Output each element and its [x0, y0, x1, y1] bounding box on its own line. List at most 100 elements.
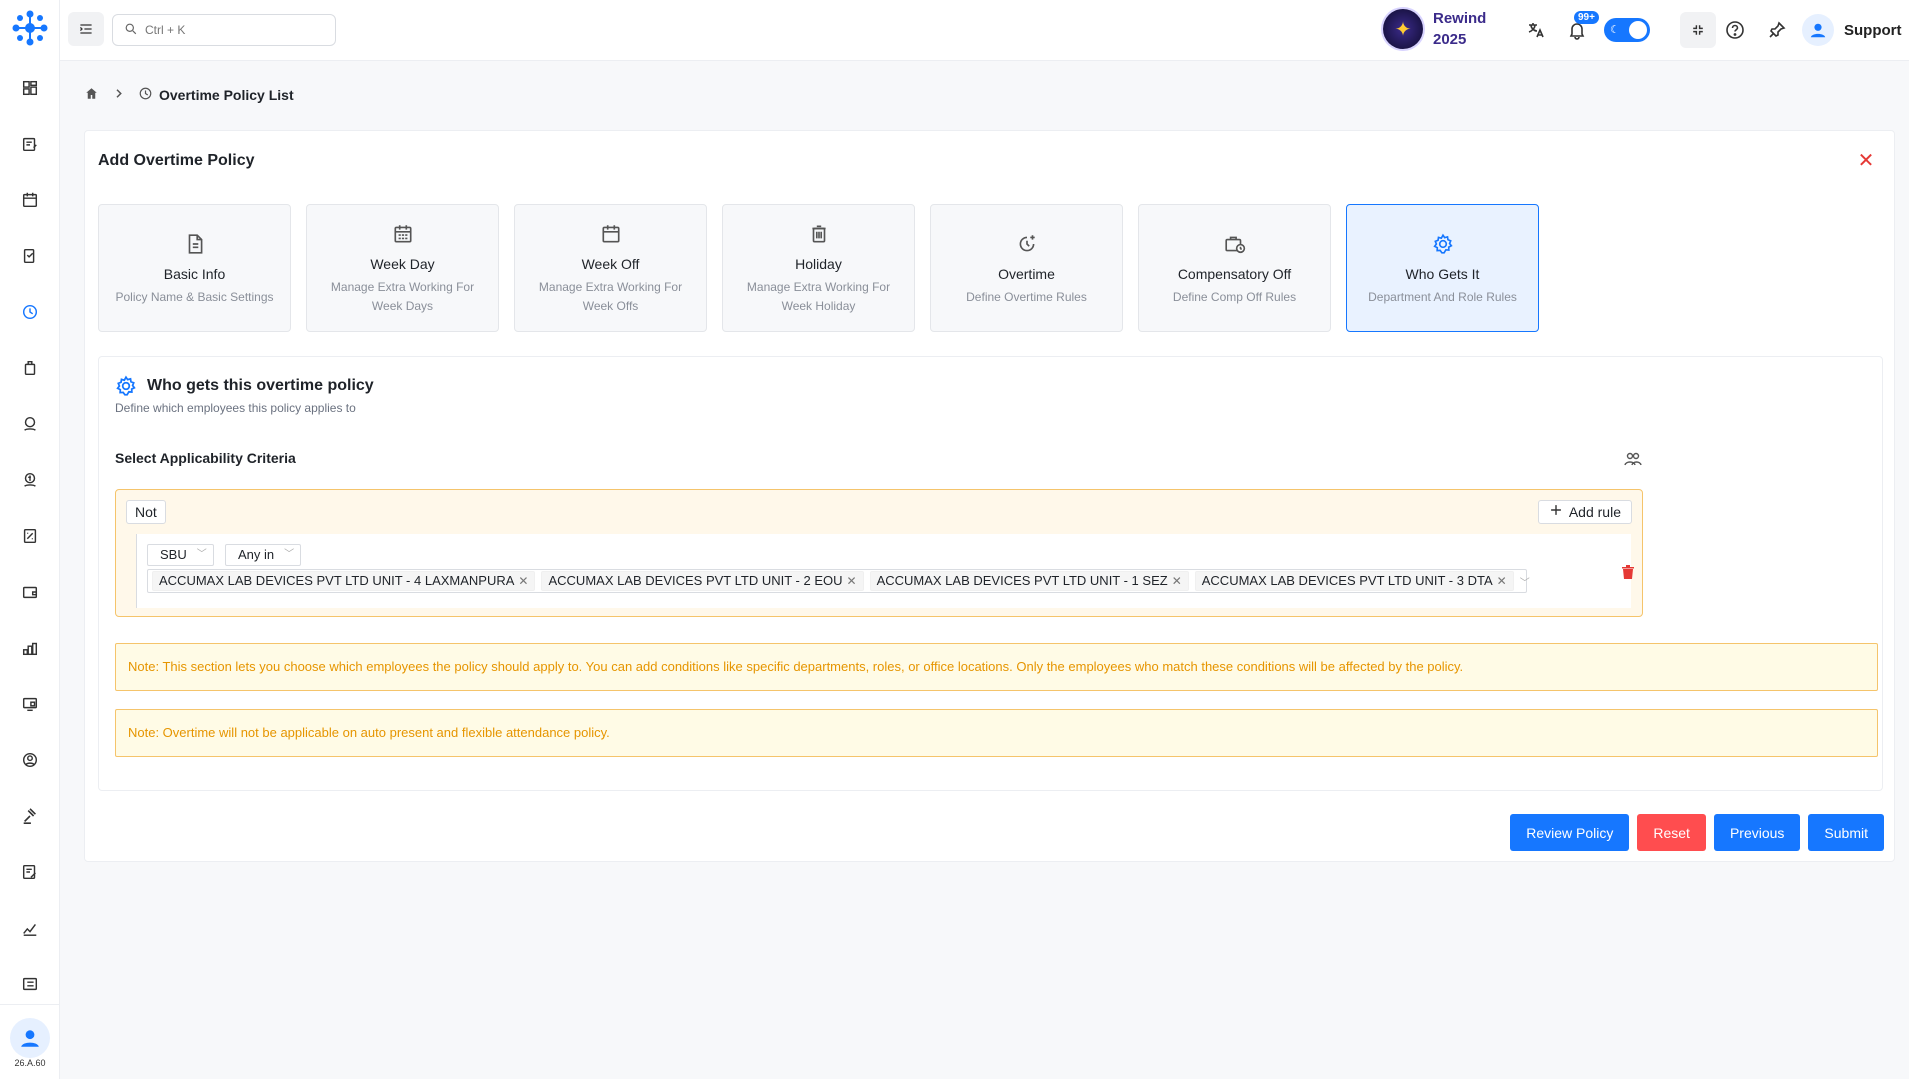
help-icon[interactable] [1722, 17, 1748, 43]
form-actions: Review Policy Reset Previous Submit [1510, 814, 1884, 851]
trash-calendar-icon [811, 225, 826, 243]
tag-label: ACCUMAX LAB DEVICES PVT LTD UNIT - 1 SEZ [876, 573, 1168, 588]
tasks-icon[interactable] [18, 132, 42, 156]
step-compensatory-off[interactable]: Compensatory Off Define Comp Off Rules [1138, 204, 1331, 332]
tag-label: ACCUMAX LAB DEVICES PVT LTD UNIT - 2 EOU [548, 573, 843, 588]
step-week-day[interactable]: Week Day Manage Extra Working For Week D… [306, 204, 499, 332]
card-title: Add Overtime Policy [98, 152, 255, 169]
remove-tag-icon[interactable]: ✕ [518, 572, 528, 590]
step-desc: Define Comp Off Rules [1172, 290, 1297, 304]
step-title: Overtime [998, 266, 1055, 282]
wallet-icon[interactable] [18, 580, 42, 604]
values-multiselect[interactable]: ACCUMAX LAB DEVICES PVT LTD UNIT - 4 LAX… [147, 569, 1530, 593]
submit-button[interactable]: Submit [1808, 814, 1884, 851]
rewind-label: Rewind [1433, 10, 1487, 27]
rule-group: Not Add rule SBU ﹀ Any in ﹀ ACCUMAX LAB … [115, 489, 1643, 617]
step-desc: Define Overtime Rules [966, 290, 1087, 304]
rewind-year: 2025 [1433, 31, 1467, 48]
step-title: Basic Info [163, 266, 226, 282]
reports-icon[interactable] [18, 524, 42, 548]
delete-rule-icon[interactable] [1621, 564, 1635, 580]
dashboard-icon[interactable] [18, 76, 42, 100]
value-tag: ACCUMAX LAB DEVICES PVT LTD UNIT - 4 LAX… [152, 571, 536, 591]
file-icon [188, 234, 202, 254]
rewind-2025-button[interactable]: ✦ Rewind 2025 [1383, 8, 1486, 50]
review-policy-button[interactable]: Review Policy [1510, 814, 1630, 851]
moon-icon: ☾ [1610, 24, 1620, 36]
notification-bell-icon[interactable]: 99+ [1564, 11, 1599, 43]
theme-toggle[interactable]: ☾ [1604, 18, 1650, 42]
remove-tag-icon[interactable]: ✕ [1497, 572, 1507, 590]
overtime-icon[interactable] [18, 300, 42, 324]
applicability-section: Who gets this overtime policy Define whi… [98, 356, 1883, 791]
assets-icon[interactable] [18, 692, 42, 716]
step-desc: Manage Extra Working For Week Offs [538, 280, 683, 313]
payroll-icon[interactable] [18, 412, 42, 436]
field-select[interactable]: SBU ﹀ [147, 544, 214, 566]
add-overtime-policy-card: Add Overtime Policy ✕ Basic Info Policy … [84, 130, 1895, 862]
breadcrumb-current: Overtime Policy List [159, 87, 294, 103]
support-avatar-icon [1802, 14, 1834, 46]
step-title: Week Off [581, 256, 640, 272]
operator-select[interactable]: Any in ﹀ [225, 544, 302, 566]
sidebar: 26.A.60 [0, 0, 60, 1079]
briefcase-clock-icon [1224, 236, 1245, 254]
menu-toggle-button[interactable] [68, 12, 104, 46]
people-icon[interactable] [1623, 449, 1643, 469]
translate-icon[interactable] [1523, 17, 1549, 43]
close-icon[interactable]: ✕ [1856, 151, 1876, 171]
previous-button[interactable]: Previous [1713, 814, 1801, 851]
chevron-down-icon: ﹀ [196, 549, 207, 560]
top-header: ✦ Rewind 2025 99+ ☾ Support [60, 0, 1909, 61]
section-title: Who gets this overtime policy [147, 377, 374, 394]
reset-button[interactable]: Reset [1637, 814, 1706, 851]
star-icon: ✦ [1383, 9, 1423, 49]
criteria-label: Select Applicability Criteria [115, 450, 296, 466]
search-input[interactable] [145, 23, 315, 37]
settings-icon[interactable] [18, 972, 42, 996]
step-who-gets-it[interactable]: Who Gets It Department And Role Rules [1346, 204, 1539, 332]
user-avatar[interactable] [10, 1018, 50, 1058]
step-holiday[interactable]: Holiday Manage Extra Working For Week Ho… [722, 204, 915, 332]
remove-tag-icon[interactable]: ✕ [847, 572, 857, 590]
attendance-icon[interactable] [18, 244, 42, 268]
step-title: Compensatory Off [1177, 266, 1292, 282]
step-desc: Manage Extra Working For Week Days [330, 280, 475, 313]
tag-label: ACCUMAX LAB DEVICES PVT LTD UNIT - 3 DTA [1201, 573, 1493, 588]
app-logo[interactable] [10, 8, 50, 48]
support-button[interactable]: Support [1802, 14, 1902, 46]
operator-value: Any in [238, 547, 275, 562]
step-overtime[interactable]: Overtime Define Overtime Rules [930, 204, 1123, 332]
chevron-down-icon[interactable]: ﹀ [1520, 574, 1534, 589]
profile-icon[interactable] [18, 748, 42, 772]
step-basic-info[interactable]: Basic Info Policy Name & Basic Settings [98, 204, 291, 332]
leave-icon[interactable] [18, 356, 42, 380]
analytics-icon[interactable] [18, 916, 42, 940]
toggle-knob [1629, 21, 1647, 39]
gear-icon [116, 375, 136, 396]
search-box[interactable] [112, 14, 336, 46]
add-rule-button[interactable]: Add rule [1537, 500, 1632, 524]
clock-plus-icon [1019, 235, 1035, 252]
calendar-icon[interactable] [18, 188, 42, 212]
legal-icon[interactable] [18, 804, 42, 828]
pin-icon[interactable] [1764, 17, 1790, 43]
fullscreen-exit-button[interactable] [1680, 12, 1716, 48]
step-title: Holiday [795, 256, 842, 272]
step-title: Week Day [370, 256, 435, 272]
remove-tag-icon[interactable]: ✕ [1172, 572, 1182, 590]
step-desc: Policy Name & Basic Settings [115, 290, 274, 304]
home-icon[interactable] [84, 86, 99, 104]
gear-icon [1432, 233, 1453, 254]
rule-row: SBU ﹀ Any in ﹀ ACCUMAX LAB DEVICES PVT L… [136, 534, 1634, 608]
step-week-off[interactable]: Week Off Manage Extra Working For Week O… [514, 204, 707, 332]
chevron-down-icon: ﹀ [284, 549, 295, 560]
section-subtitle: Define which employees this policy appli… [115, 401, 356, 415]
note-applicability: Note: This section lets you choose which… [115, 643, 1878, 691]
org-chart-icon[interactable] [18, 636, 42, 660]
not-toggle-button[interactable]: Not [126, 500, 166, 524]
field-value: SBU [160, 547, 187, 562]
forms-icon[interactable] [18, 860, 42, 884]
value-tag: ACCUMAX LAB DEVICES PVT LTD UNIT - 1 SEZ… [869, 571, 1189, 591]
expense-icon[interactable] [18, 468, 42, 492]
